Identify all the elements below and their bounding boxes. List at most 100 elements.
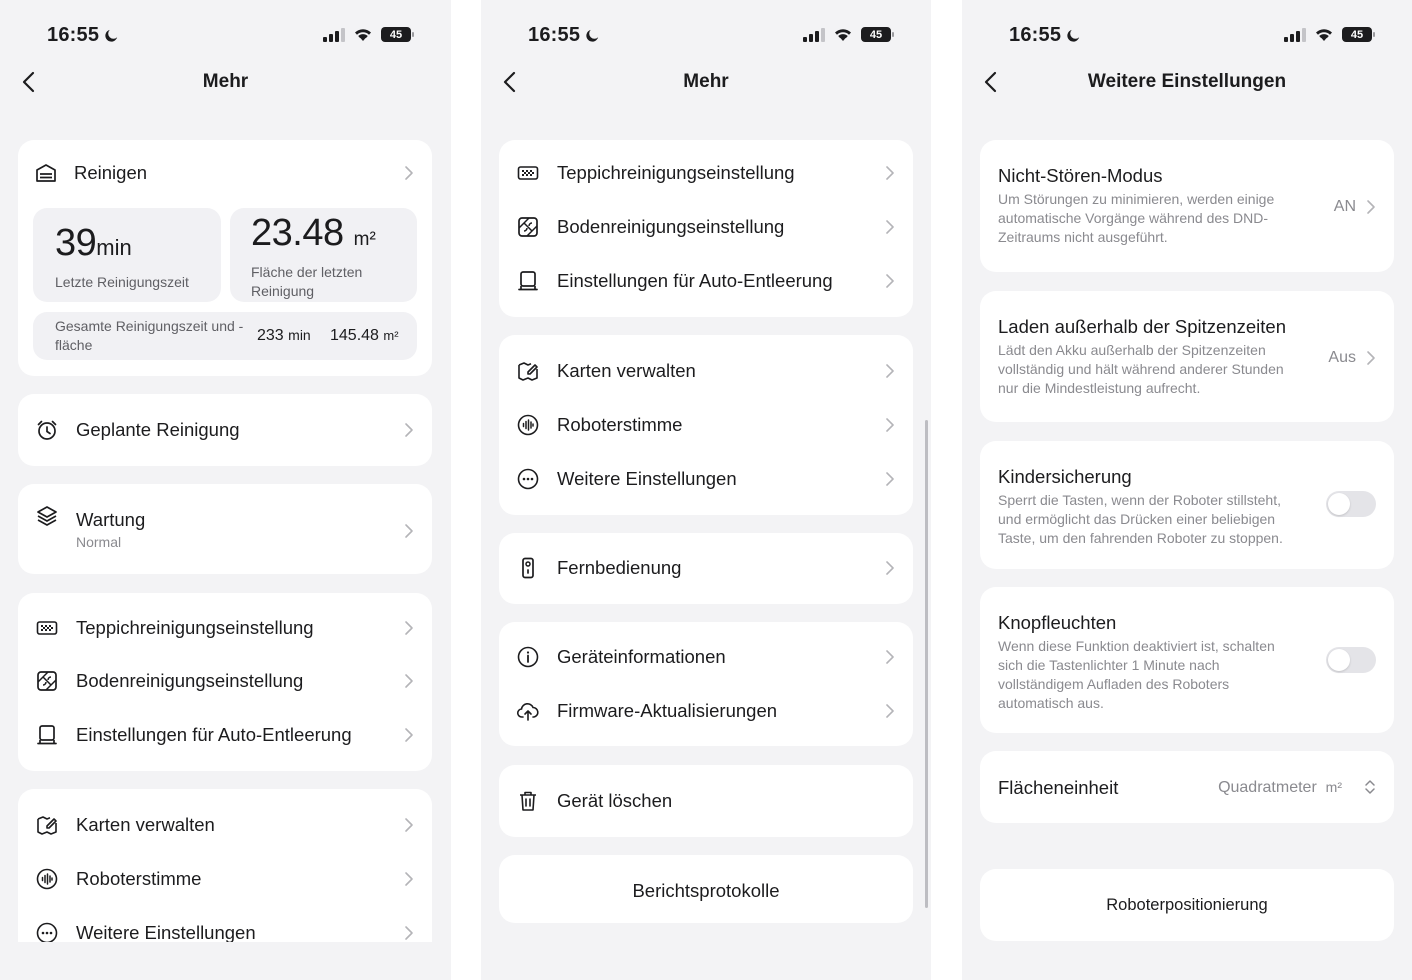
row-remote-control[interactable]: Fernbedienung [499,541,913,595]
row-reinigen[interactable]: Reinigen [18,146,432,200]
row-floor-cleaning[interactable]: Bodenreinigungseinstellung [499,200,913,254]
battery-icon: 45 [381,27,414,42]
offpeak-value: Aus [1328,349,1356,366]
row-label: Karten verwalten [557,360,696,381]
row-label: Bodenreinigungseinstellung [557,216,785,237]
dnd-value: AN [1333,198,1356,215]
row-robot-voice[interactable]: Roboterstimme [499,398,913,452]
chevron-right-icon [885,219,895,235]
chevron-right-icon [404,817,414,833]
moon-icon [1067,29,1080,42]
dock-station-icon [516,269,540,293]
buttonlights-toggle[interactable] [1326,647,1376,673]
dnd-description: Um Störungen zu minimieren, werden einig… [998,191,1275,245]
chevron-right-icon [404,620,414,636]
last-area-tile: 23.48 m² Fläche der letzten Reinigung [230,208,417,302]
area-unit-card[interactable]: Flächeneinheit Quadratmeter m² [980,751,1394,823]
childlock-card: Kindersicherung Sperrt die Tasten, wenn … [980,441,1394,569]
positioning-card[interactable]: Roboterpositionierung [980,869,1394,941]
scrollbar[interactable] [925,420,928,908]
total-area: 145.48 m² [330,327,399,344]
scheduled-card: Geplante Reinigung [18,394,432,466]
voice-wave-icon [516,413,540,437]
last-time-value: 39min [55,222,132,264]
row-label: Geplante Reinigung [76,419,240,440]
chevron-right-icon [885,165,895,181]
last-area-value: 23.48 m² [251,212,376,254]
row-carpet-cleaning[interactable]: Teppichreinigungseinstellung [499,146,913,200]
logs-card[interactable]: Berichtsprotokolle [499,855,913,923]
chevron-right-icon [885,471,895,487]
row-label: Bodenreinigungseinstellung [76,670,304,691]
row-device-info[interactable]: Geräteinformationen [499,630,913,684]
floor-tile-icon [516,215,540,239]
dnd-card[interactable]: Nicht-Stören-Modus Um Störungen zu minim… [980,140,1394,272]
status-bar: 16:55 45 [481,22,931,50]
cellular-signal-icon [1284,27,1306,42]
report-logs-button[interactable]: Berichtsprotokolle [499,880,913,902]
layers-icon [35,504,59,528]
row-label: Einstellungen für Auto-Entleerung [557,270,833,291]
chevron-right-icon [885,649,895,665]
row-delete-device[interactable]: Gerät löschen [499,774,913,828]
row-manage-maps[interactable]: Karten verwalten [499,344,913,398]
wifi-icon [355,29,371,41]
row-auto-empty[interactable]: Einstellungen für Auto-Entleerung [18,708,432,762]
settings-group-card: Teppichreinigungseinstellung Bodenreinig… [18,593,432,771]
carpet-icon [516,161,540,185]
row-label: Firmware-Aktualisierungen [557,700,778,721]
chevron-right-icon [885,273,895,289]
page-title: Weitere Einstellungen [1087,71,1287,92]
row-manage-maps[interactable]: Karten verwalten [18,798,432,852]
row-more-settings[interactable]: Weitere Einstellungen [499,452,913,506]
status-time: 16:55 [528,24,601,47]
row-label: Roboterstimme [557,414,683,435]
screen-mehr-2: 16:55 45 Mehr Teppichreinigungseinstellu… [481,0,931,980]
childlock-toggle[interactable] [1326,491,1376,517]
chevron-right-icon [404,871,414,887]
remote-card: Fernbedienung [499,533,913,604]
chevron-right-icon [885,560,895,576]
settings-group-card: Karten verwalten Roboterstimme Weitere E… [499,335,913,515]
delete-card: Gerät löschen [499,765,913,837]
childlock-title: Kindersicherung [998,466,1132,487]
cellular-signal-icon [323,27,345,42]
robot-positioning-button[interactable]: Roboterpositionierung [980,896,1394,915]
row-label: Gerät löschen [557,790,673,811]
last-time-caption: Letzte Reinigungszeit [55,274,189,290]
buttonlights-card: Knopfleuchten Wenn diese Funktion deakti… [980,587,1394,733]
row-auto-empty[interactable]: Einstellungen für Auto-Entleerung [499,254,913,308]
moon-icon [586,29,599,42]
dnd-title: Nicht-Stören-Modus [998,165,1163,186]
total-time: 233 min [257,327,311,344]
bottom-fade [0,942,451,980]
alarm-clock-icon [35,418,59,442]
trash-icon [516,789,540,813]
chevron-right-icon [404,673,414,689]
page-title: Mehr [202,71,249,92]
chevron-right-icon [1366,199,1376,215]
row-robot-voice[interactable]: Roboterstimme [18,852,432,906]
cellular-signal-icon [803,27,825,42]
remote-control-icon [516,556,540,580]
row-label: Weitere Einstellungen [557,468,737,489]
nav-bar: Weitere Einstellungen [962,62,1412,102]
offpeak-description: Lädt den Akku außerhalb der Spitzenzeite… [998,342,1284,396]
voice-wave-icon [35,867,59,891]
row-floor-cleaning[interactable]: Bodenreinigungseinstellung [18,654,432,708]
wifi-icon [1316,29,1332,41]
nav-bar: Mehr [481,62,931,102]
last-area-caption: Fläche der letzten Reinigung [251,264,363,299]
area-unit-value: Quadratmeter m² [1218,779,1342,796]
map-edit-icon [516,359,540,383]
chevron-right-icon [885,703,895,719]
offpeak-card[interactable]: Laden außerhalb der Spitzenzeiten Lädt d… [980,291,1394,422]
row-scheduled-cleaning[interactable]: Geplante Reinigung [18,403,432,457]
screen-mehr-1: 16:55 45 Mehr Reinigen 39min Letzte Rein… [0,0,451,980]
total-tile: Gesamte Reinigungszeit und -fläche 233 m… [33,312,417,360]
chevron-right-icon [404,165,414,181]
row-carpet-cleaning[interactable]: Teppichreinigungseinstellung [18,601,432,655]
chevron-right-icon [404,727,414,743]
chevron-updown-icon [1364,779,1376,795]
row-firmware-updates[interactable]: Firmware-Aktualisierungen [499,684,913,738]
